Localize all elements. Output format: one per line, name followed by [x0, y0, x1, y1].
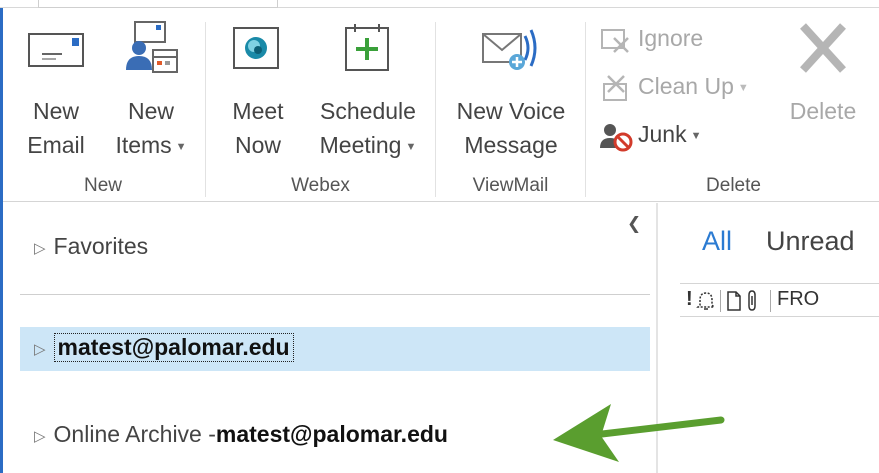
title-strip	[0, 0, 879, 8]
from-column[interactable]: FRO	[777, 288, 819, 311]
new-voice-message-button[interactable]: New Voice Message	[446, 18, 576, 162]
archive-account-label: matest@palomar.edu	[215, 421, 448, 447]
group-viewmail: New Voice Message ViewMail	[438, 8, 583, 202]
meet-now-button[interactable]: Meet Now	[224, 18, 292, 162]
message-column-header: ! FRO	[680, 283, 879, 317]
dropdown-caret-icon: ▼	[175, 140, 187, 153]
delete-button[interactable]: Delete	[778, 18, 868, 128]
schedule-meeting-label-2-text: Meeting	[319, 132, 402, 158]
favorites-folder[interactable]: ▷ Favorites	[34, 233, 148, 260]
filter-all-tab[interactable]: All	[702, 226, 732, 257]
calendar-plus-icon	[345, 24, 389, 71]
group-label-new: New	[83, 175, 122, 196]
new-items-icon	[126, 21, 178, 73]
dropdown-caret-icon: ▼	[737, 81, 749, 94]
voice-message-icon	[482, 29, 537, 70]
webex-meet-icon	[233, 27, 279, 69]
new-items-button[interactable]: New Items ▼	[107, 18, 195, 164]
delete-label: Delete	[789, 98, 857, 124]
schedule-meeting-label-2: Meeting ▼	[308, 128, 428, 164]
expand-triangle-icon[interactable]: ▷	[34, 340, 46, 358]
document-icon[interactable]	[726, 290, 742, 312]
new-email-label-2: Email	[27, 132, 85, 158]
group-delete: Ignore Clean Up ▼ Junk ▼ Delete Delete	[588, 8, 879, 202]
expand-triangle-icon[interactable]: ▷	[34, 239, 46, 257]
schedule-meeting-label-1: Schedule	[320, 98, 416, 124]
group-webex: Meet Now Schedule Meeting ▼ Webex	[208, 8, 433, 202]
meet-now-label-1: Meet	[232, 98, 284, 124]
ignore-icon	[601, 28, 629, 53]
ignore-button[interactable]: Ignore	[598, 18, 703, 58]
envelope-icon	[28, 33, 84, 67]
new-email-button[interactable]: New Email	[19, 18, 93, 162]
group-label-viewmail: ViewMail	[472, 175, 549, 196]
account-folder[interactable]: ▷ matest@palomar.edu	[34, 333, 294, 362]
archive-prefix-label: Online Archive -	[53, 421, 216, 447]
group-new: New Email New Items ▼ New	[3, 8, 203, 202]
group-separator	[435, 22, 436, 197]
new-voice-message-label-2: Message	[464, 132, 558, 158]
favorites-label: Favorites	[53, 233, 149, 259]
expand-triangle-icon[interactable]: ▷	[34, 427, 46, 445]
ignore-label: Ignore	[638, 25, 704, 51]
group-separator	[585, 22, 586, 197]
column-separator[interactable]	[720, 290, 721, 312]
group-separator	[205, 22, 206, 197]
junk-icon	[600, 123, 633, 152]
group-label-delete: Delete	[706, 175, 761, 196]
junk-label: Junk	[638, 121, 687, 147]
group-label-webex: Webex	[291, 175, 350, 196]
dropdown-caret-icon: ▼	[405, 140, 417, 153]
account-label: matest@palomar.edu	[53, 333, 294, 362]
delete-x-icon	[800, 23, 846, 73]
ribbon: New Email New Items ▼ New Meet Now Sched…	[3, 8, 879, 202]
attachment-paperclip-icon[interactable]	[746, 289, 760, 313]
clean-up-label: Clean Up	[638, 73, 734, 99]
collapse-pane-icon[interactable]: ❮	[627, 214, 641, 234]
new-email-label-1: New	[32, 98, 79, 124]
filter-unread-tab[interactable]: Unread	[766, 226, 855, 257]
column-separator[interactable]	[770, 290, 771, 312]
new-items-label-1: New	[127, 98, 174, 124]
meet-now-label-2: Now	[234, 132, 281, 158]
new-items-label-2: Items ▼	[107, 128, 195, 164]
schedule-meeting-button[interactable]: Schedule Meeting ▼	[308, 18, 428, 164]
junk-button[interactable]: Junk ▼	[598, 114, 701, 154]
active-tab-edge	[38, 0, 278, 8]
new-voice-message-label-1: New Voice	[456, 98, 566, 124]
favorites-separator	[20, 294, 650, 295]
reminder-bell-icon[interactable]	[696, 290, 716, 312]
new-items-label-2-text: Items	[115, 132, 172, 158]
annotation-arrow-icon	[553, 404, 725, 462]
dropdown-caret-icon: ▼	[690, 129, 702, 142]
clean-up-icon	[603, 75, 627, 101]
importance-column[interactable]: !	[686, 288, 693, 311]
clean-up-button[interactable]: Clean Up ▼	[598, 66, 749, 106]
online-archive-folder[interactable]: ▷ Online Archive -matest@palomar.edu	[34, 421, 448, 448]
